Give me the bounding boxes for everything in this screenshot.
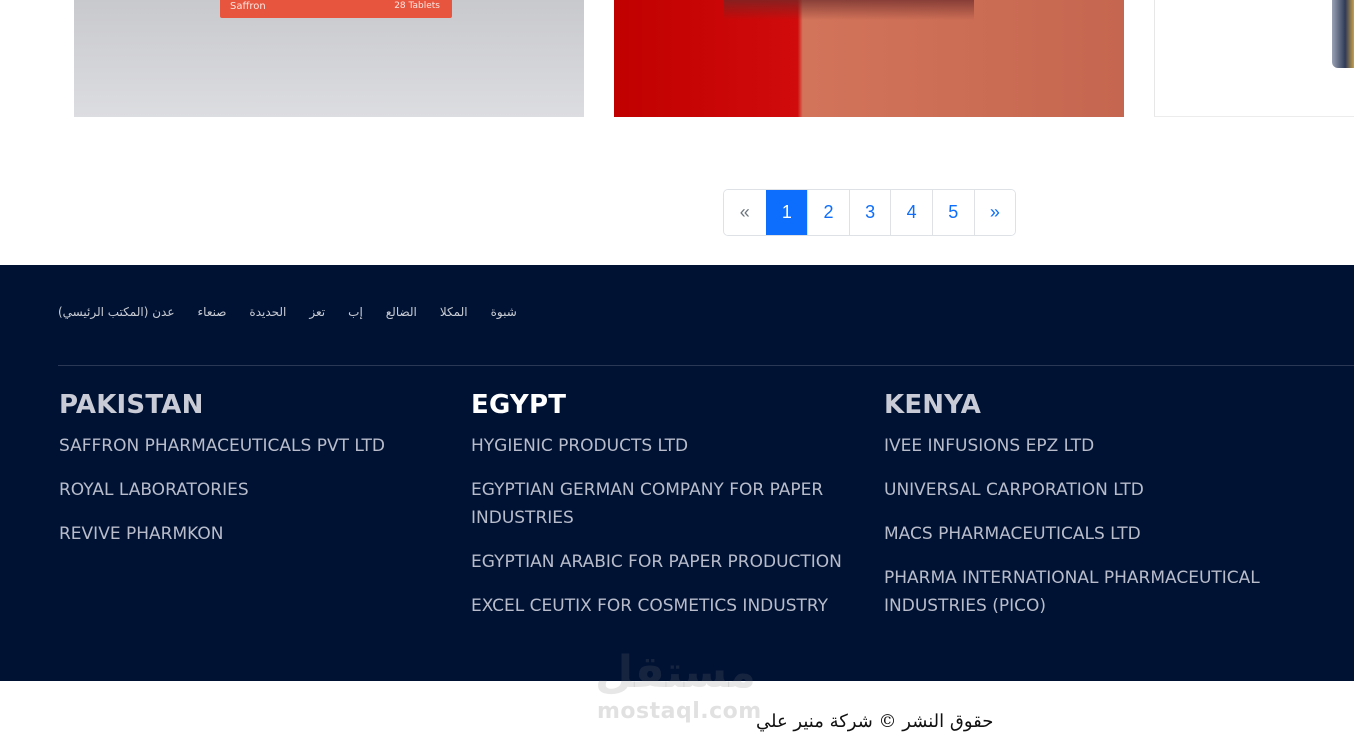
product-count: 28 Tablets <box>394 1 440 11</box>
branch-aden[interactable]: عدن (المكتب الرئيسي) <box>58 305 175 319</box>
company-link[interactable]: EXCEL CEUTIX FOR COSMETICS INDUSTRY <box>471 592 861 620</box>
company-link[interactable]: ROYAL LABORATORIES <box>59 476 449 504</box>
copyright-text: حقوق النشر © شركة منير علي <box>756 711 994 732</box>
branch-dhale[interactable]: الضالع <box>386 305 417 319</box>
branch-hodeidah[interactable]: الحديدة <box>249 305 286 319</box>
company-link[interactable]: PHARMA INTERNATIONAL PHARMACEUTICAL INDU… <box>884 564 1274 620</box>
mostaql-watermark: مستقل mostaql.com <box>595 647 762 727</box>
watermark-arabic: مستقل <box>595 647 756 698</box>
product-bottle <box>1332 0 1354 68</box>
product-box: Saffron 28 Tablets <box>220 0 452 18</box>
company-link[interactable]: IVEE INFUSIONS EPZ LTD <box>884 432 1274 460</box>
pagination-page-1[interactable]: 1 <box>765 190 808 235</box>
company-link[interactable]: REVIVE PHARMKON <box>59 520 449 548</box>
branch-sanaa[interactable]: صنعاء <box>198 305 227 319</box>
product-card-image[interactable]: Saffron 28 Tablets <box>74 0 584 117</box>
product-shade <box>724 0 974 20</box>
company-link[interactable]: MACS PHARMACEUTICALS LTD <box>884 520 1274 548</box>
branch-list: عدن (المكتب الرئيسي) صنعاء الحديدة تعز إ… <box>58 305 517 319</box>
product-card-image[interactable] <box>614 0 1124 117</box>
country-column-egypt: EGYPT HYGIENIC PRODUCTS LTD EGYPTIAN GER… <box>471 390 861 636</box>
branch-ibb[interactable]: إب <box>348 305 363 319</box>
footer-divider <box>58 365 1354 366</box>
branch-mukalla[interactable]: المكلا <box>440 305 468 319</box>
pagination-prev[interactable]: « <box>724 190 766 235</box>
copyright-bar: مستقل mostaql.com حقوق النشر © شركة منير… <box>0 647 1354 740</box>
country-title: KENYA <box>884 390 982 420</box>
company-link[interactable]: EGYPTIAN GERMAN COMPANY FOR PAPER INDUST… <box>471 476 861 532</box>
country-column-kenya: KENYA IVEE INFUSIONS EPZ LTD UNIVERSAL C… <box>884 390 1274 636</box>
pagination: « 1 2 3 4 5 » <box>723 189 1017 236</box>
country-title: EGYPT <box>471 390 567 420</box>
footer: عدن (المكتب الرئيسي) صنعاء الحديدة تعز إ… <box>0 265 1354 681</box>
product-brand: Saffron <box>230 1 266 12</box>
pagination-page-2[interactable]: 2 <box>807 190 849 235</box>
country-title: PAKISTAN <box>59 390 204 420</box>
company-link[interactable]: UNIVERSAL CARPORATION LTD <box>884 476 1274 504</box>
pagination-page-5[interactable]: 5 <box>931 190 974 235</box>
watermark-latin: mostaql.com <box>597 699 762 724</box>
pagination-next[interactable]: » <box>973 190 1016 235</box>
branch-taiz[interactable]: تعز <box>309 305 325 319</box>
country-column-pakistan: PAKISTAN SAFFRON PHARMACEUTICALS PVT LTD… <box>59 390 449 564</box>
company-link[interactable]: EGYPTIAN ARABIC FOR PAPER PRODUCTION <box>471 548 861 576</box>
pagination-page-4[interactable]: 4 <box>890 190 932 235</box>
company-link[interactable]: SAFFRON PHARMACEUTICALS PVT LTD <box>59 432 449 460</box>
pagination-page-3[interactable]: 3 <box>848 190 891 235</box>
company-link[interactable]: HYGIENIC PRODUCTS LTD <box>471 432 861 460</box>
branch-shabwa[interactable]: شبوة <box>491 305 517 319</box>
product-card-image[interactable] <box>1154 0 1354 117</box>
